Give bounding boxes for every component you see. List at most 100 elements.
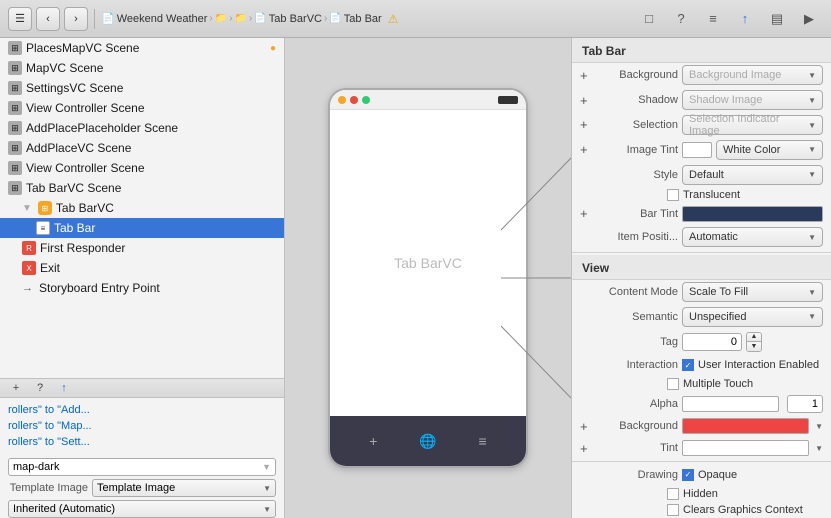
dropdown-background[interactable]: Background Image ▼ [682, 65, 823, 85]
scene-tabbarvc-group[interactable]: ⊞ Tab BarVC Scene [0, 178, 284, 198]
dropdown-arrow-image-tint: ▼ [808, 145, 816, 154]
hidden-checkbox[interactable] [667, 488, 679, 500]
forward-btn[interactable]: › [64, 7, 88, 31]
label-image-tint: Image Tint [598, 144, 678, 156]
row-image-tint: + Image Tint White Color ▼ [572, 137, 831, 162]
dropdown-style[interactable]: Default ▼ [682, 165, 823, 185]
bg-color-bar[interactable] [682, 418, 809, 434]
scene-exit[interactable]: X Exit [0, 258, 284, 278]
label-drawing: Drawing [598, 469, 678, 481]
scene-icon-map: ⊞ [8, 61, 22, 75]
tint-dropdown-arrow: ▼ [815, 444, 823, 453]
bottom-help-btn[interactable]: ? [30, 379, 50, 397]
breadcrumb-item-f2[interactable]: 📁 [235, 13, 247, 24]
scene-settingsvc[interactable]: ⊞ SettingsVC Scene [0, 78, 284, 98]
bottom-fields: map-dark ▼ Template Image Template Image… [0, 454, 284, 518]
sidebar-toggle-btn[interactable]: ☰ [8, 7, 32, 31]
image-tint-swatch[interactable] [682, 142, 712, 158]
row-selection: + Selection Selection Indicator Image ▼ [572, 113, 831, 138]
view-toggle-btn[interactable]: □ [635, 7, 663, 31]
breadcrumb-item-project[interactable]: 📄 Weekend Weather [101, 12, 207, 25]
multiple-touch-wrap[interactable]: Multiple Touch [667, 378, 753, 390]
tab-icon-menu: ≡ [471, 429, 495, 453]
share-btn[interactable]: ↑ [731, 7, 759, 31]
clears-wrap[interactable]: Clears Graphics Context [667, 504, 803, 516]
help-btn[interactable]: ? [667, 7, 695, 31]
tag-input[interactable] [682, 333, 742, 351]
status-dot-green [362, 96, 370, 104]
scene-tabbar[interactable]: ≡ Tab Bar [0, 218, 284, 238]
translucent-checkbox[interactable] [667, 189, 679, 201]
dropdown-image-tint[interactable]: White Color ▼ [716, 140, 823, 160]
stepper-down[interactable]: ▼ [747, 342, 761, 351]
user-interaction-checkbox[interactable]: ✓ [682, 359, 694, 371]
bottom-add-btn[interactable]: + [6, 379, 26, 397]
opaque-checkbox[interactable]: ✓ [682, 469, 694, 481]
breadcrumb-arrow4: › [324, 13, 327, 24]
dropdown-selection[interactable]: Selection Indicator Image ▼ [682, 115, 823, 135]
breadcrumb-arrow1: › [209, 13, 212, 24]
inherited-select[interactable]: Inherited (Automatic) ▼ [8, 500, 276, 518]
scene-placesmapvc[interactable]: ⊞ PlacesMapVC Scene ● [0, 38, 284, 58]
bottom-share-btn[interactable]: ↑ [54, 379, 74, 397]
template-image-select[interactable]: Template Image ▼ [92, 479, 276, 497]
scene-vc1[interactable]: ⊞ View Controller Scene [0, 98, 284, 118]
row-item-position: + Item Positi... Automatic ▼ [572, 225, 831, 250]
row-background-view: + Background ▼ [572, 415, 831, 437]
hidden-wrap[interactable]: Hidden [667, 488, 718, 500]
scene-tabbarvc[interactable]: ▼ ⊞ Tab BarVC [0, 198, 284, 218]
status-dot-red [350, 96, 358, 104]
hint-row-3: rollers" to "Sett... [8, 434, 276, 450]
dropdown-item-position[interactable]: Automatic ▼ [682, 227, 823, 247]
select-arrow-inherited: ▼ [263, 505, 271, 514]
field-input-map[interactable]: map-dark ▼ [8, 458, 276, 476]
row-alpha: + Alpha [572, 392, 831, 415]
arrow-icon: → [22, 282, 33, 294]
alpha-bar[interactable] [682, 396, 779, 412]
run-btn[interactable]: ▶ [795, 7, 823, 31]
breadcrumb-arrow3: › [249, 13, 252, 24]
opaque-wrap: ✓ Opaque [682, 469, 737, 481]
dropdown-arrow-item-position: ▼ [808, 233, 816, 242]
row-clears: Clears Graphics Context [572, 502, 831, 518]
left-panel: ⊞ PlacesMapVC Scene ● ⊞ MapVC Scene ⊞ Se… [0, 38, 285, 518]
dropdown-content-mode[interactable]: Scale To Fill ▼ [682, 282, 823, 302]
back-btn[interactable]: ‹ [36, 7, 60, 31]
expand-arrow: ▼ [22, 203, 32, 214]
scene-icon-responder: R [22, 241, 36, 255]
breadcrumb-item-tabbarvc[interactable]: 📄 Tab BarVC [254, 13, 322, 25]
bar-tint-color-swatch[interactable] [682, 206, 823, 222]
warning-icon: ⚠ [388, 12, 399, 26]
tab-icon-plus: + [361, 429, 385, 453]
scene-storyboard-entry[interactable]: → Storyboard Entry Point [0, 278, 284, 298]
stepper-up[interactable]: ▲ [747, 333, 761, 342]
scene-list: ⊞ PlacesMapVC Scene ● ⊞ MapVC Scene ⊞ Se… [0, 38, 284, 378]
multiple-touch-checkbox[interactable] [667, 378, 679, 390]
right-panel: Tab Bar + Background Background Image ▼ … [571, 38, 831, 518]
scene-addplacevc[interactable]: ⊞ AddPlaceVC Scene [0, 138, 284, 158]
tint-bar[interactable] [682, 440, 809, 456]
divider-2 [572, 461, 831, 462]
plus-background: + [580, 68, 594, 83]
scene-vc2[interactable]: ⊞ View Controller Scene [0, 158, 284, 178]
select-arrow-template: ▼ [263, 484, 271, 493]
tag-stepper[interactable]: ▲ ▼ [746, 332, 762, 352]
dropdown-semantic[interactable]: Unspecified ▼ [682, 307, 823, 327]
tab-bar-section-header: Tab Bar [572, 38, 831, 63]
scene-firstresponder[interactable]: R First Responder [0, 238, 284, 258]
inspector-btn[interactable]: ≡ [699, 7, 727, 31]
layout-btn[interactable]: ▤ [763, 7, 791, 31]
breadcrumb-item-tabbar[interactable]: 📄 Tab Bar [329, 13, 381, 25]
row-background: + Background Background Image ▼ [572, 63, 831, 88]
alpha-input[interactable] [787, 395, 823, 413]
breadcrumb-item-f1[interactable]: 📁 [215, 13, 227, 24]
scene-addplace[interactable]: ⊞ AddPlacePlaceholder Scene [0, 118, 284, 138]
translucent-checkbox-wrap[interactable]: Translucent [667, 189, 740, 201]
clears-checkbox[interactable] [667, 504, 679, 516]
label-content-mode: Content Mode [598, 286, 678, 298]
row-hidden: Hidden [572, 486, 831, 502]
label-alpha: Alpha [598, 398, 678, 410]
scene-mapvc[interactable]: ⊞ MapVC Scene [0, 58, 284, 78]
dropdown-arrow-background: ▼ [808, 71, 816, 80]
dropdown-shadow[interactable]: Shadow Image ▼ [682, 90, 823, 110]
